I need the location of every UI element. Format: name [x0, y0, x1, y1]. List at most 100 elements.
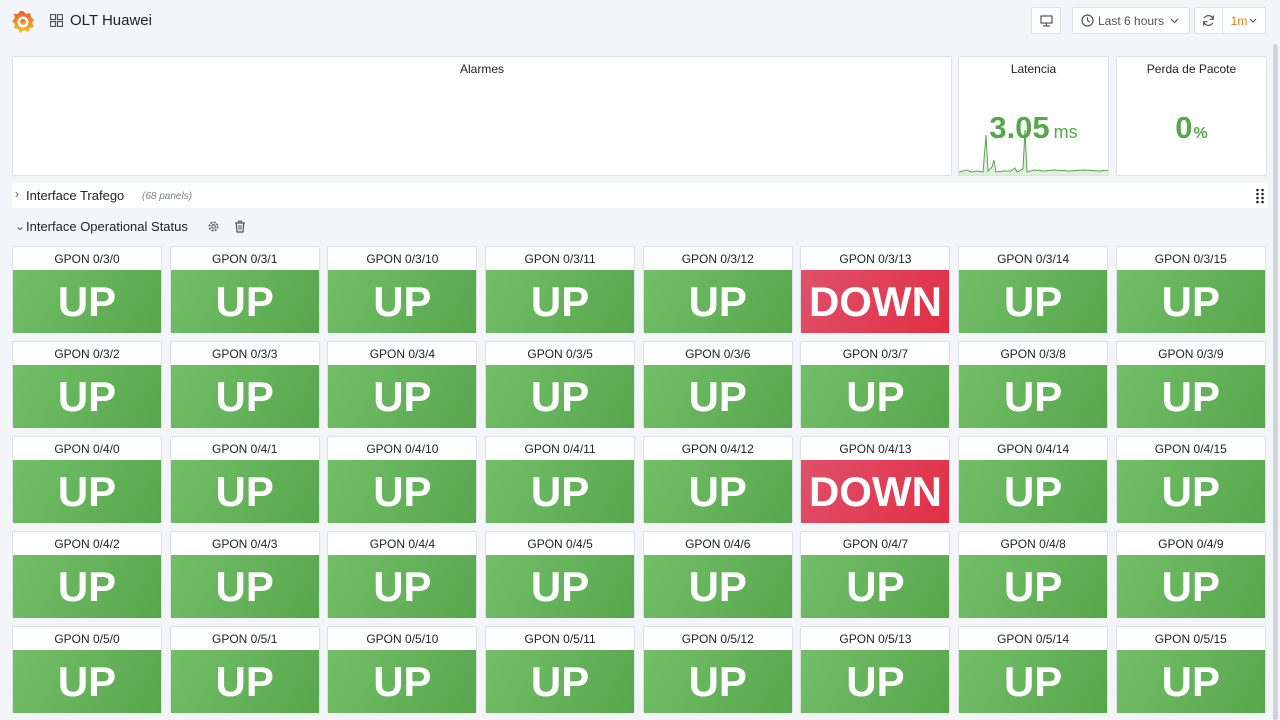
panel-title[interactable]: GPON 0/3/1 [171, 252, 319, 266]
panel-title[interactable]: GPON 0/5/10 [328, 632, 476, 646]
panel-title[interactable]: GPON 0/4/6 [644, 537, 792, 551]
perda-de-pacote-panel: Perda de Pacote 0% [1116, 56, 1267, 176]
status-value: UP [801, 650, 950, 713]
panel-title[interactable]: GPON 0/3/4 [328, 347, 476, 361]
status-value: UP [959, 270, 1108, 333]
dashboard-navbar: OLT Huawei Last 6 hours 1m [0, 0, 1280, 42]
panel-title[interactable]: GPON 0/4/14 [959, 442, 1107, 456]
status-value: UP [13, 460, 161, 523]
tv-mode-button[interactable] [1031, 7, 1061, 34]
status-panel: GPON 0/5/15 UP [1115, 626, 1266, 713]
status-value: UP [328, 555, 477, 618]
status-panel: GPON 0/3/13 DOWN [800, 246, 951, 333]
panel-title[interactable]: GPON 0/3/12 [644, 252, 792, 266]
trash-icon[interactable] [234, 220, 246, 233]
status-value: UP [486, 555, 635, 618]
chevron-down-icon [1249, 18, 1257, 23]
panel-title[interactable]: GPON 0/5/1 [171, 632, 319, 646]
latencia-panel: Latencia 3.05 ms [958, 56, 1109, 176]
grafana-logo-icon[interactable] [10, 9, 36, 35]
status-value: UP [486, 270, 635, 333]
page-scrollbar[interactable] [1273, 44, 1278, 720]
panel-title[interactable]: GPON 0/4/3 [171, 537, 319, 551]
panel-title[interactable]: Perda de Pacote [1117, 62, 1266, 76]
status-panel: GPON 0/3/10 UP [327, 246, 478, 333]
panel-title[interactable]: GPON 0/5/12 [644, 632, 792, 646]
panel-title[interactable]: GPON 0/5/0 [13, 632, 161, 646]
status-panel: GPON 0/4/1 UP [169, 436, 320, 523]
status-value: UP [643, 460, 792, 523]
row-interface-trafego[interactable]: › Interface Trafego (68 panels) [12, 183, 1268, 208]
status-panel: GPON 0/4/2 UP [12, 531, 162, 618]
panel-title[interactable]: GPON 0/3/0 [13, 252, 161, 266]
status-panel: GPON 0/5/13 UP [800, 626, 951, 713]
panel-title[interactable]: GPON 0/3/6 [644, 347, 792, 361]
panel-title[interactable]: GPON 0/4/15 [1117, 442, 1265, 456]
status-panel: GPON 0/3/9 UP [1115, 341, 1266, 428]
panel-title[interactable]: GPON 0/4/5 [486, 537, 634, 551]
row-title[interactable]: Interface Operational Status [26, 219, 188, 234]
status-value: UP [486, 460, 635, 523]
panel-title[interactable]: GPON 0/4/10 [328, 442, 476, 456]
panel-title[interactable]: GPON 0/3/14 [959, 252, 1107, 266]
panel-title[interactable]: GPON 0/4/2 [13, 537, 161, 551]
status-value: UP [1116, 460, 1265, 523]
panel-title[interactable]: GPON 0/5/15 [1117, 632, 1265, 646]
status-value: UP [328, 650, 477, 713]
panel-title[interactable]: GPON 0/5/11 [486, 632, 634, 646]
panel-title[interactable]: GPON 0/3/2 [13, 347, 161, 361]
time-range-label: Last 6 hours [1098, 13, 1165, 28]
panel-title[interactable]: GPON 0/4/9 [1117, 537, 1265, 551]
dashboard-grid-icon [50, 14, 63, 27]
panel-title[interactable]: GPON 0/4/1 [171, 442, 319, 456]
panel-title[interactable]: GPON 0/4/4 [328, 537, 476, 551]
panel-title[interactable]: GPON 0/3/9 [1117, 347, 1265, 361]
panel-title[interactable]: GPON 0/4/13 [801, 442, 949, 456]
panel-title[interactable]: GPON 0/4/8 [959, 537, 1107, 551]
panel-title[interactable]: GPON 0/4/11 [486, 442, 634, 456]
panel-title[interactable]: Latencia [959, 62, 1108, 76]
status-panel: GPON 0/5/0 UP [12, 626, 162, 713]
dashboard-title[interactable]: OLT Huawei [70, 12, 152, 29]
refresh-interval-picker[interactable]: 1m [1222, 7, 1266, 34]
status-value: UP [13, 270, 161, 333]
packet-loss-unit: % [1193, 125, 1208, 142]
panel-title[interactable]: GPON 0/3/11 [486, 252, 634, 266]
panel-title[interactable]: GPON 0/5/14 [959, 632, 1107, 646]
status-value: DOWN [801, 270, 950, 333]
status-value: UP [328, 270, 477, 333]
panel-title[interactable]: GPON 0/3/8 [959, 347, 1107, 361]
packet-loss-stat: 0% [1117, 110, 1266, 146]
row-title[interactable]: Interface Trafego [26, 188, 124, 203]
drag-handle-icon[interactable] [1255, 188, 1265, 204]
status-panel: GPON 0/3/8 UP [958, 341, 1109, 428]
panel-title[interactable]: GPON 0/4/7 [801, 537, 949, 551]
panel-title[interactable]: GPON 0/3/7 [801, 347, 949, 361]
panel-title[interactable]: GPON 0/3/13 [801, 252, 949, 266]
latency-unit: ms [1053, 122, 1078, 142]
panel-title[interactable]: GPON 0/3/5 [486, 347, 634, 361]
refresh-button[interactable] [1194, 7, 1223, 34]
panel-title[interactable]: GPON 0/4/0 [13, 442, 161, 456]
status-panel: GPON 0/4/5 UP [485, 531, 636, 618]
status-panel: GPON 0/4/9 UP [1115, 531, 1266, 618]
status-panel: GPON 0/4/3 UP [169, 531, 320, 618]
status-value: UP [170, 650, 319, 713]
status-panel: GPON 0/4/12 UP [642, 436, 793, 523]
time-range-picker[interactable]: Last 6 hours [1072, 7, 1190, 34]
status-tiles-grid: GPON 0/3/0 UP GPON 0/3/1 UP GPON 0/3/10 UP GPO… [12, 246, 1268, 713]
status-value: UP [801, 555, 950, 618]
clock-icon [1081, 14, 1094, 27]
status-value: UP [328, 365, 477, 428]
panel-title[interactable]: GPON 0/3/15 [1117, 252, 1265, 266]
refresh-interval-label: 1m [1230, 13, 1248, 28]
gear-icon[interactable] [207, 220, 220, 233]
panel-title[interactable]: Alarmes [13, 62, 951, 76]
status-panel: GPON 0/4/7 UP [800, 531, 951, 618]
panel-title[interactable]: GPON 0/3/3 [171, 347, 319, 361]
status-panel: GPON 0/3/5 UP [485, 341, 636, 428]
panel-title[interactable]: GPON 0/3/10 [328, 252, 476, 266]
panel-title[interactable]: GPON 0/5/13 [801, 632, 949, 646]
status-value: UP [643, 270, 792, 333]
panel-title[interactable]: GPON 0/4/12 [644, 442, 792, 456]
